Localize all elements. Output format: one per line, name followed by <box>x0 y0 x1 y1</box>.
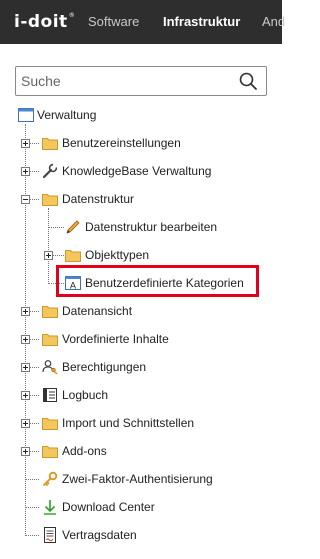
contract-document-icon <box>44 527 56 543</box>
folder-icon <box>42 138 58 150</box>
expand-toggle[interactable] <box>21 139 30 148</box>
tree-item-label: Datenstruktur <box>62 192 135 206</box>
tree-item-label: Benutzereinstellungen <box>62 136 181 150</box>
folder-icon <box>65 250 81 262</box>
tree-item-objekttypen[interactable]: Objekttypen <box>65 244 149 266</box>
expand-toggle[interactable] <box>21 307 30 316</box>
tree-item-label: Datenstruktur bearbeiten <box>85 220 218 234</box>
tree-item-add-ons[interactable]: Add-ons <box>42 440 107 462</box>
tree-item-logbuch[interactable]: Logbuch <box>42 384 108 406</box>
tree-item-berechtigungen[interactable]: Berechtigungen <box>42 356 146 378</box>
download-arrow-icon <box>44 500 56 515</box>
tree-item-label: Datenansicht <box>62 304 133 318</box>
wrench-icon <box>42 163 58 179</box>
folder-icon <box>42 306 58 318</box>
expand-toggle[interactable] <box>44 251 53 260</box>
tree-item-label: Import und Schnittstellen <box>62 416 195 430</box>
folder-icon <box>42 334 58 346</box>
tree-item-label: Add-ons <box>62 444 107 458</box>
tree-item-datenstruktur-bearbeiten[interactable]: Datenstruktur bearbeiten <box>65 216 217 238</box>
expand-toggle[interactable] <box>21 447 30 456</box>
pencil-icon <box>66 220 80 234</box>
expand-toggle[interactable] <box>21 335 30 344</box>
tree-item-label: KnowledgeBase Verwaltung <box>62 164 212 178</box>
collapse-toggle[interactable] <box>21 195 30 204</box>
highlight-box <box>56 265 259 297</box>
tree-item-label: Download Center <box>62 500 155 514</box>
tree-connector <box>48 208 49 284</box>
window-icon <box>18 108 34 122</box>
folder-icon <box>42 194 58 206</box>
tree-item-zwei-faktor[interactable]: Zwei-Faktor-Authentisierung <box>42 468 213 490</box>
tree-item-label: Logbuch <box>62 388 109 402</box>
tree-item-benutzereinstellungen[interactable]: Benutzereinstellungen <box>42 132 181 154</box>
tree-item-label: Vordefinierte Inhalte <box>62 332 169 346</box>
expand-toggle[interactable] <box>21 167 30 176</box>
tree-item-download-center[interactable]: Download Center <box>42 496 155 518</box>
tree-item-vordefinierte-inhalte[interactable]: Vordefinierte Inhalte <box>42 328 169 350</box>
expand-toggle[interactable] <box>21 363 30 372</box>
folder-icon <box>42 446 58 458</box>
tree-item-label: Vertragsdaten <box>62 528 137 542</box>
tree-connector <box>25 124 26 536</box>
users-key-icon <box>42 360 58 375</box>
folder-icon <box>42 418 58 430</box>
expand-toggle[interactable] <box>21 419 30 428</box>
tree-item-datenansicht[interactable]: Datenansicht <box>42 300 132 322</box>
tree-item-label: Objekttypen <box>85 248 150 262</box>
tree-item-datenstruktur[interactable]: Datenstruktur <box>42 188 134 210</box>
expand-toggle[interactable] <box>21 391 30 400</box>
tree-item-import-schnittstellen[interactable]: Import und Schnittstellen <box>42 412 194 434</box>
key-icon <box>43 471 58 486</box>
tree-item-label: Verwaltung <box>37 108 97 122</box>
tree-item-label: Zwei-Faktor-Authentisierung <box>62 472 213 486</box>
tree-item-label: Berechtigungen <box>62 360 147 374</box>
tree-item-knowledgebase[interactable]: KnowledgeBase Verwaltung <box>42 160 211 182</box>
tree-root-verwaltung[interactable]: Verwaltung <box>18 104 96 126</box>
book-icon <box>43 388 57 402</box>
tree-item-vertragsdaten[interactable]: Vertragsdaten <box>42 524 137 546</box>
admin-tree: Verwaltung Benutzereinstellungen Knowled… <box>0 0 282 559</box>
